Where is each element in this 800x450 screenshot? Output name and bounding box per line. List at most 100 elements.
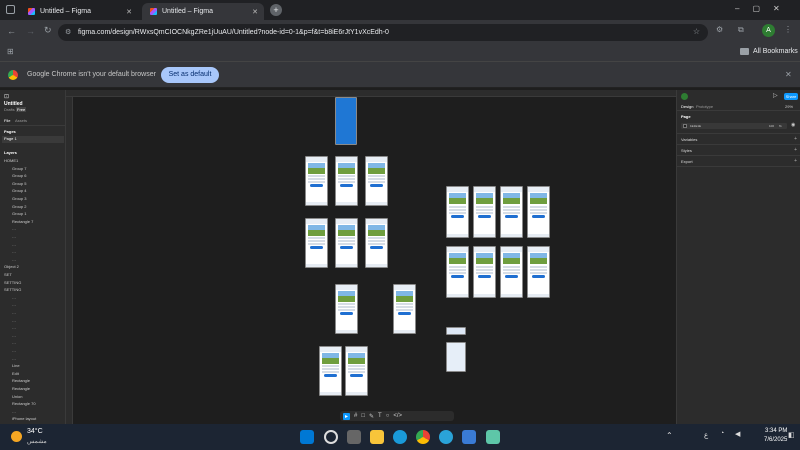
layer-item[interactable]: SETTING	[4, 287, 21, 292]
weather-temp[interactable]: 34°C	[27, 428, 43, 435]
reload-icon[interactable]: ↻	[44, 25, 52, 36]
design-frame[interactable]	[473, 246, 496, 298]
tool-button[interactable]: ✎	[369, 413, 374, 420]
layer-item[interactable]: Group 1	[12, 211, 26, 216]
layer-item[interactable]: Group 6	[12, 173, 26, 178]
vpn-icon[interactable]	[486, 430, 500, 444]
layer-item[interactable]: Object 2	[4, 264, 19, 269]
language-indicator[interactable]: ع	[704, 431, 708, 439]
tab-assets[interactable]: Assets	[15, 118, 27, 123]
design-frame[interactable]	[305, 156, 328, 206]
layer-item[interactable]: …	[12, 249, 16, 254]
volume-icon[interactable]: ◀	[735, 430, 740, 438]
close-icon[interactable]: ✕	[252, 8, 258, 16]
design-frame[interactable]	[319, 346, 342, 396]
layer-item[interactable]: …	[12, 295, 16, 300]
layer-item[interactable]: …	[12, 226, 16, 231]
design-frame[interactable]	[305, 218, 328, 268]
layer-item[interactable]: SETTING	[4, 280, 21, 285]
layer-item[interactable]: Group 3	[12, 196, 26, 201]
layer-item[interactable]: …	[12, 310, 16, 315]
layer-item[interactable]: Rectangle	[12, 378, 30, 383]
layer-item[interactable]: Rectangle 7	[12, 219, 33, 224]
layer-item[interactable]: …	[12, 409, 16, 414]
tool-button[interactable]: ○	[386, 413, 390, 419]
extensions-icon[interactable]: ⚙	[716, 25, 723, 34]
file-explorer-icon[interactable]	[370, 430, 384, 444]
close-icon[interactable]: ✕	[126, 8, 132, 16]
design-frame[interactable]	[335, 218, 358, 268]
plus-icon[interactable]: +	[794, 158, 797, 164]
layer-item[interactable]: …	[12, 325, 16, 330]
layer-item[interactable]: …	[12, 348, 16, 353]
tab-prototype[interactable]: Prototype	[696, 104, 713, 109]
tool-button[interactable]: #	[354, 413, 357, 419]
back-icon[interactable]: ←	[7, 26, 16, 36]
design-frame[interactable]	[335, 97, 357, 145]
tool-button[interactable]: T	[378, 413, 382, 419]
figma-menu-icon[interactable]: ⊡	[4, 93, 9, 100]
layer-item[interactable]: HOME1	[4, 158, 18, 163]
layer-item[interactable]: …	[12, 340, 16, 345]
profile-avatar[interactable]: A	[762, 24, 775, 37]
layer-item[interactable]: …	[12, 356, 16, 361]
tab-design[interactable]: Design	[681, 104, 693, 109]
layer-item[interactable]: Line	[12, 363, 20, 368]
layer-item[interactable]: …	[12, 318, 16, 323]
close-infobar-icon[interactable]: ✕	[785, 70, 792, 79]
eye-icon[interactable]: ◉	[791, 122, 795, 128]
design-frame[interactable]	[527, 186, 550, 238]
address-bar[interactable]: ⚙ figma.com/design/RWxsQmCIOCNkgZRe1jUuA…	[58, 24, 708, 41]
tab-search-icon[interactable]	[6, 5, 15, 14]
avatar[interactable]	[681, 93, 688, 100]
design-frame[interactable]	[345, 346, 368, 396]
menu-icon[interactable]: ⋮	[784, 25, 792, 34]
wifi-icon[interactable]: ◔	[720, 430, 724, 437]
design-frame[interactable]	[365, 218, 388, 268]
color-opacity[interactable]: 100	[769, 124, 774, 128]
layer-item[interactable]: iPhone layout	[12, 416, 36, 421]
section-styles[interactable]: Styles +	[677, 145, 800, 156]
layer-item[interactable]: Union	[12, 394, 22, 399]
design-frame[interactable]	[335, 156, 358, 206]
chrome-taskbar-icon[interactable]	[416, 430, 430, 444]
clock-time[interactable]: 3:34 PM	[765, 428, 787, 434]
layer-item[interactable]: Group 4	[12, 188, 26, 193]
forward-icon[interactable]: →	[26, 26, 35, 36]
layer-item[interactable]: Rectangle 70	[12, 401, 36, 406]
tool-button[interactable]: □	[361, 413, 365, 419]
task-view-icon[interactable]	[347, 430, 361, 444]
plus-icon[interactable]: +	[794, 136, 797, 142]
new-tab-button[interactable]: +	[270, 4, 282, 16]
design-frame[interactable]	[446, 327, 466, 335]
edge-icon[interactable]	[393, 430, 407, 444]
layer-item[interactable]: …	[12, 333, 16, 338]
page-color-field[interactable]: 1E1E1E 100 %	[681, 123, 787, 129]
page-item-1[interactable]: Page 1	[2, 136, 64, 143]
layer-item[interactable]: Rectangle	[12, 386, 30, 391]
site-info-icon[interactable]: ⚙	[65, 28, 71, 36]
all-bookmarks-link[interactable]: All Bookmarks	[753, 48, 798, 55]
puzzle-icon[interactable]: ⧉	[738, 25, 744, 35]
store-icon[interactable]	[462, 430, 476, 444]
layer-item[interactable]: Edit	[12, 371, 19, 376]
chevron-up-icon[interactable]: ⌃	[666, 431, 673, 440]
windows-start-icon[interactable]	[300, 430, 314, 444]
layer-item[interactable]: …	[12, 257, 16, 262]
layer-item[interactable]: …	[12, 234, 16, 239]
design-frame[interactable]	[335, 284, 358, 334]
browser-tab[interactable]: Untitled – Figma ✕	[20, 3, 138, 20]
design-frame[interactable]	[393, 284, 416, 334]
layer-item[interactable]: …	[12, 302, 16, 307]
set-default-button[interactable]: Set as default	[161, 67, 219, 83]
search-icon[interactable]	[324, 430, 338, 444]
design-frame[interactable]	[446, 186, 469, 238]
design-frame[interactable]	[500, 186, 523, 238]
window-controls[interactable]: –▢✕	[735, 4, 793, 13]
design-canvas[interactable]	[74, 97, 676, 424]
share-button[interactable]: Share	[784, 93, 798, 100]
play-icon[interactable]: ▷	[773, 92, 778, 99]
bookmark-star-icon[interactable]: ☆	[693, 27, 700, 36]
layer-item[interactable]: Group 5	[12, 181, 26, 186]
layer-item[interactable]: …	[12, 242, 16, 247]
